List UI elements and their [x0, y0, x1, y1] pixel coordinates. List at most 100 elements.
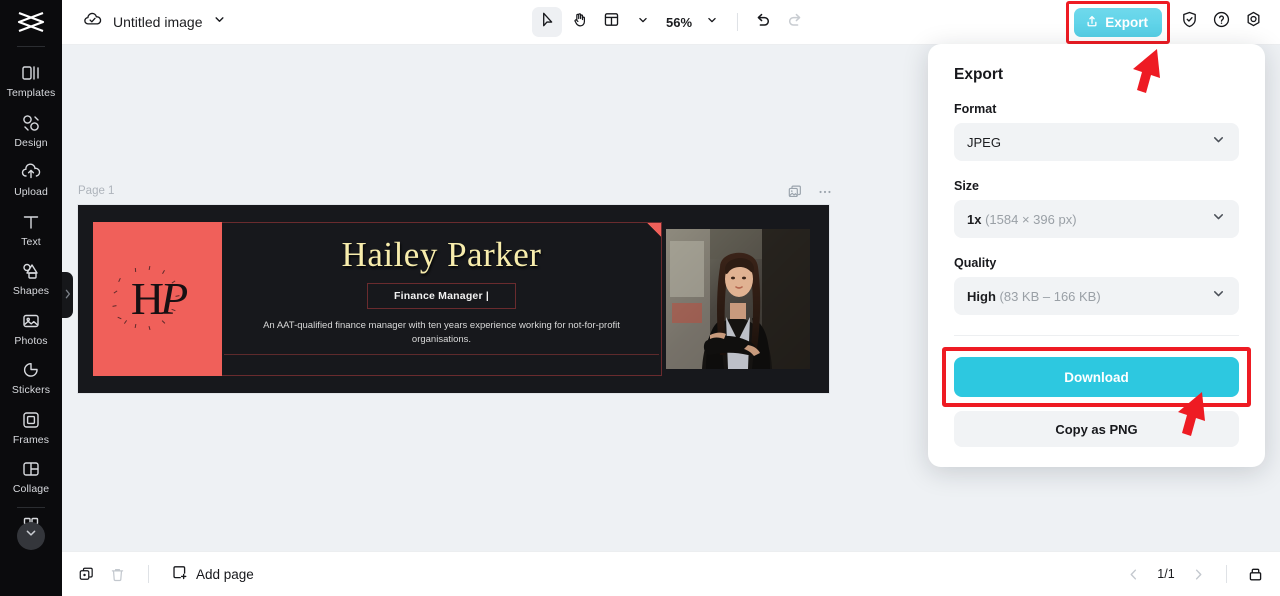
sidebar-divider-bottom	[17, 506, 45, 508]
undo-button[interactable]	[748, 7, 778, 37]
cloud-check-icon	[82, 9, 103, 35]
format-select[interactable]: JPEG	[954, 123, 1239, 161]
sidebar-item-label: Photos	[14, 334, 48, 347]
format-label: Format	[954, 102, 997, 116]
export-button-highlight-wrap: Export	[1066, 0, 1170, 44]
trash-icon[interactable]	[109, 566, 126, 583]
question-circle-icon	[1212, 10, 1231, 34]
sidebar-item-design[interactable]: Design	[0, 105, 62, 155]
quality-select-value: High (83 KB – 166 KB)	[967, 289, 1101, 304]
prev-page-button[interactable]	[1126, 567, 1141, 582]
redo-icon	[786, 11, 804, 34]
sidebar-item-label: Upload	[14, 186, 48, 198]
upload-share-icon	[1085, 14, 1099, 31]
settings-button[interactable]	[1240, 9, 1266, 35]
chevron-down-icon	[1211, 132, 1226, 152]
select-tool-button[interactable]	[531, 7, 562, 37]
bottom-left-group: Add page	[78, 564, 254, 584]
page-indicator: 1/1	[1157, 567, 1175, 581]
size-label: Size	[954, 179, 980, 193]
page-label: Page 1	[78, 185, 115, 197]
export-panel: Export Format JPEG Size 1x (1584 × 396 p…	[928, 44, 1265, 467]
document-title-group[interactable]: Untitled image	[82, 9, 226, 35]
help-button[interactable]	[1208, 9, 1234, 35]
gear-icon	[1244, 10, 1263, 34]
monogram-letter-p: P	[160, 273, 188, 324]
quality-label: Quality	[954, 256, 997, 270]
zoom-level-value[interactable]: 56%	[666, 15, 692, 30]
sidebar-item-collage[interactable]: Collage	[0, 451, 62, 501]
frames-icon	[20, 409, 42, 431]
top-toolbar: Untitled image 56% Export	[62, 0, 1280, 45]
corner-accent	[647, 223, 661, 237]
shield-check-icon	[1180, 10, 1199, 34]
size-multiplier: 1x	[967, 211, 982, 227]
layout-tool-button[interactable]	[596, 7, 626, 37]
hand-pan-icon	[570, 11, 587, 33]
chevron-down-icon	[637, 13, 649, 31]
text-icon	[20, 211, 42, 233]
shield-check-button[interactable]	[1176, 9, 1202, 35]
capcut-editor-window: Templates Design Upload Text Shapes Phot…	[0, 0, 1280, 596]
monogram-logo: HP	[112, 265, 188, 331]
designer-tagline[interactable]: An AAT-qualified finance manager with te…	[262, 319, 622, 347]
zoom-dropdown-button[interactable]	[697, 7, 727, 37]
duplicate-icon[interactable]	[78, 566, 95, 583]
sidebar-item-templates[interactable]: Templates	[0, 55, 62, 105]
banner-design[interactable]: HP Hailey Parker Finance Manager | An AA…	[93, 222, 814, 376]
chevron-down-icon	[706, 13, 718, 31]
duplicate-page-icon[interactable]	[787, 184, 803, 205]
banner-photo-block	[662, 222, 814, 376]
format-select-value: JPEG	[967, 134, 1001, 150]
pages-panel-icon[interactable]	[1247, 566, 1264, 583]
panel-divider	[954, 335, 1239, 336]
quality-filesize: (83 KB – 166 KB)	[999, 288, 1101, 304]
canvas-tools-group: 56%	[531, 7, 810, 37]
sidebar-item-stickers[interactable]: Stickers	[0, 352, 62, 402]
portrait-photo[interactable]	[666, 229, 810, 369]
sidebar-item-shapes[interactable]: Shapes	[0, 253, 62, 303]
export-button[interactable]: Export	[1074, 7, 1162, 37]
templates-icon	[20, 62, 42, 84]
bottom-divider	[148, 565, 149, 583]
sidebar-item-label: Frames	[12, 433, 50, 446]
sidebar-expand-button[interactable]	[17, 521, 45, 550]
page-tools	[787, 184, 833, 205]
document-title[interactable]: Untitled image	[113, 14, 203, 30]
sidebar-item-text[interactable]: Text	[0, 204, 62, 254]
layout-dropdown-button[interactable]	[628, 7, 658, 37]
sidebar-item-upload[interactable]: Upload	[0, 154, 62, 204]
artboard[interactable]: HP Hailey Parker Finance Manager | An AA…	[78, 205, 829, 393]
download-button-highlight-wrap: Download	[942, 347, 1251, 407]
next-page-button[interactable]	[1191, 567, 1206, 582]
bottom-right-group: 1/1	[1126, 565, 1264, 583]
shapes-icon	[20, 260, 42, 282]
more-horizontal-icon[interactable]	[817, 184, 833, 205]
chevron-down-icon[interactable]	[213, 13, 226, 31]
stickers-icon	[20, 359, 42, 381]
toolbar-divider	[737, 13, 739, 31]
size-select[interactable]: 1x (1584 × 396 px)	[954, 200, 1239, 238]
redo-button[interactable]	[780, 7, 810, 37]
hand-tool-button[interactable]	[564, 7, 594, 37]
sidebar-more-section	[0, 510, 62, 550]
chevron-down-icon	[1211, 209, 1226, 229]
quality-level: High	[967, 288, 996, 304]
capcut-logo-icon[interactable]	[0, 0, 62, 44]
sidebar-item-frames[interactable]: Frames	[0, 402, 62, 452]
quality-select[interactable]: High (83 KB – 166 KB)	[954, 277, 1239, 315]
designer-name[interactable]: Hailey Parker	[342, 237, 542, 272]
size-dimensions: (1584 × 396 px)	[985, 211, 1077, 227]
sidebar-collapse-handle[interactable]	[62, 272, 73, 318]
layout-grid-icon	[602, 11, 619, 33]
collage-icon	[20, 458, 42, 480]
monogram-letter-h: H	[130, 273, 164, 324]
copy-as-png-button[interactable]: Copy as PNG	[954, 411, 1239, 447]
sidebar-item-photos[interactable]: Photos	[0, 303, 62, 353]
designer-role[interactable]: Finance Manager |	[366, 283, 517, 309]
add-page-button[interactable]: Add page	[171, 564, 254, 584]
export-button-label: Export	[1105, 14, 1148, 30]
chevron-down-icon	[24, 526, 38, 545]
sidebar-item-label: Stickers	[11, 384, 51, 396]
download-button[interactable]: Download	[954, 357, 1239, 397]
